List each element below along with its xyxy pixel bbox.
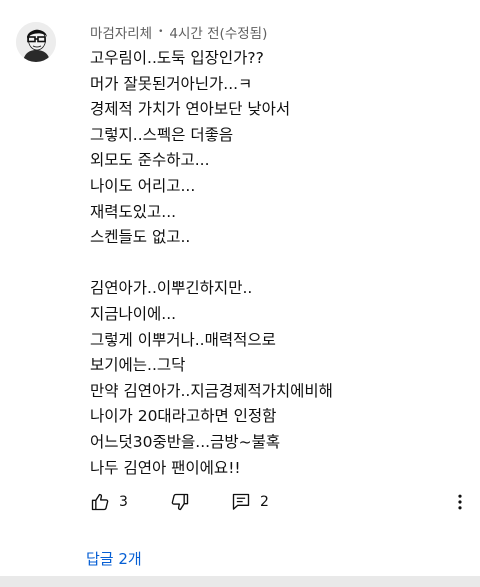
comment-line: 보기에는..그닥	[90, 356, 186, 375]
reply-button[interactable]: 2	[231, 490, 269, 514]
reply-count: 2	[260, 494, 269, 510]
like-button[interactable]: 3	[90, 490, 128, 514]
comment-line: 어느덧30중반을...금방~불혹	[90, 432, 281, 451]
avatar[interactable]	[16, 22, 56, 62]
comment-header: 마검자리체 • 4시간 전(수정됨)	[90, 22, 267, 42]
comment-line: 외모도 준수하고...	[90, 151, 210, 170]
comment-line: 그렇게 이뿌거나..매력적으로	[90, 330, 276, 349]
separator-dot: •	[158, 27, 164, 37]
comment-text: 고우림이..도둑 입장인가?? 머가 잘못된거아닌가...ㅋ 경제적 가치가 연…	[90, 46, 450, 481]
thumbs-up-icon	[91, 493, 109, 511]
comment-icon	[232, 493, 250, 510]
comment-line: 나두 김연아 팬이에요!!	[90, 458, 241, 477]
comment-line: 나이가 20대라고하면 인정함	[90, 407, 277, 426]
comment-timestamp[interactable]: 4시간 전(수정됨)	[169, 22, 267, 42]
avatar-image	[16, 22, 56, 62]
author-name[interactable]: 마검자리체	[90, 22, 152, 42]
comment-line: 재력도있고...	[90, 202, 177, 221]
more-vert-icon	[458, 494, 462, 510]
comment-line: 나이도 어리고...	[90, 176, 196, 195]
comment-line: 그렇지..스펙은 더좋음	[90, 125, 234, 144]
comment-line: 스켄들도 없고..	[90, 228, 191, 247]
comment-line: 머가 잘못된거아닌가...ㅋ	[90, 74, 253, 93]
like-count: 3	[119, 494, 128, 510]
more-options-button[interactable]	[450, 490, 470, 514]
comment-line: 고우림이..도둑 입장인가??	[90, 49, 264, 67]
comment-line: 만약 김연아가..지금경제적가치에비해	[90, 381, 333, 400]
thumbs-down-icon	[171, 493, 189, 511]
comment-line: 김연아가..이뿌긴하지만..	[90, 279, 253, 298]
bottom-divider	[0, 576, 480, 587]
comment-line: 경제적 가치가 연아보단 낮아서	[90, 100, 291, 119]
view-replies-link[interactable]: 답글 2개	[86, 546, 142, 570]
dislike-button[interactable]	[170, 490, 190, 514]
comment-line-blank	[90, 251, 450, 277]
comment-actions: 3 2	[90, 490, 470, 514]
comment-line: 지금나이에...	[90, 304, 177, 323]
